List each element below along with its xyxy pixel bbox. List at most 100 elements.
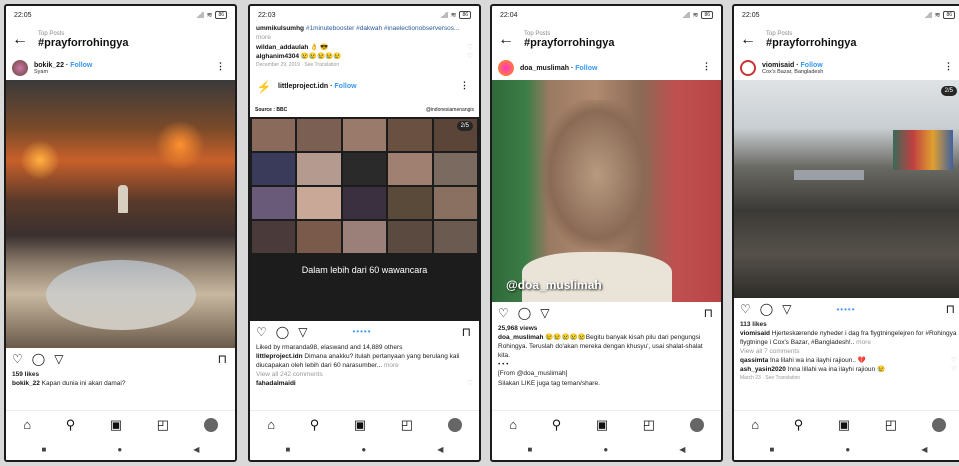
post-image-burned-camp[interactable]: 2/5: [734, 80, 959, 298]
back-arrow-icon[interactable]: ←: [12, 31, 38, 49]
post-date[interactable]: March 23 · See Translation: [740, 375, 957, 382]
search-icon[interactable]: ⚲: [552, 417, 562, 433]
liked-by-text[interactable]: Liked by rmaranda98, elaswand and 14,889…: [256, 343, 473, 352]
comment-like-icon[interactable]: ♡: [951, 356, 957, 365]
comment-username[interactable]: ummikulsumhg: [256, 25, 304, 32]
post-video-elderly-man[interactable]: @doa_muslimah: [492, 80, 721, 302]
recents-icon[interactable]: ■: [286, 445, 291, 454]
shop-icon[interactable]: ◰: [401, 417, 413, 433]
home-icon[interactable]: ⌂: [267, 417, 275, 432]
recents-icon[interactable]: ■: [770, 445, 775, 454]
views-count[interactable]: 25,968 views: [498, 324, 715, 333]
view-all-comments-link[interactable]: View all 7 comments: [740, 347, 957, 356]
likes-count[interactable]: 159 likes: [12, 370, 229, 379]
more-link[interactable]: more: [256, 34, 271, 41]
follow-button[interactable]: Follow: [575, 65, 597, 72]
profile-avatar[interactable]: [689, 417, 704, 432]
home-circle-icon[interactable]: ●: [603, 445, 608, 454]
caption-username[interactable]: doa_muslimah: [498, 334, 544, 341]
share-send-icon[interactable]: ▽: [540, 306, 549, 320]
post-username[interactable]: viomisaid: [762, 62, 794, 69]
shop-icon[interactable]: ◰: [643, 417, 655, 433]
more-options-icon[interactable]: ⋮: [460, 80, 469, 91]
back-arrow-icon[interactable]: ←: [740, 31, 766, 49]
post-username[interactable]: bokik_22: [34, 62, 64, 69]
search-icon[interactable]: ⚲: [66, 417, 76, 433]
recents-icon[interactable]: ■: [528, 445, 533, 454]
comment-username[interactable]: qassimta: [740, 357, 768, 364]
post-username[interactable]: doa_muslimah: [520, 65, 569, 72]
search-icon[interactable]: ⚲: [794, 417, 804, 433]
comment-username[interactable]: wildan_addaulah: [256, 44, 308, 51]
home-icon[interactable]: ⌂: [509, 417, 517, 432]
bookmark-icon[interactable]: ⊓: [462, 325, 471, 339]
comment-icon[interactable]: ◯: [276, 325, 289, 339]
home-icon[interactable]: ⌂: [751, 417, 759, 432]
share-send-icon[interactable]: ▽: [54, 352, 63, 366]
profile-avatar[interactable]: [203, 417, 218, 432]
caption-username[interactable]: viomisaid: [740, 330, 770, 337]
comment-like-icon[interactable]: ♡: [467, 52, 473, 61]
bookmark-icon[interactable]: ⊓: [704, 306, 713, 320]
reels-icon[interactable]: ▣: [596, 417, 608, 433]
bookmark-icon[interactable]: ⊓: [218, 352, 227, 366]
comment-username[interactable]: alghanim4304: [256, 53, 299, 60]
back-arrow-icon[interactable]: ←: [498, 31, 524, 49]
view-all-comments-link[interactable]: View all 242 comments: [256, 370, 473, 379]
profile-avatar[interactable]: [931, 417, 946, 432]
share-send-icon[interactable]: ▽: [298, 325, 307, 339]
status-time: 22:05: [14, 11, 32, 19]
caption-username[interactable]: littleproject.idn: [256, 353, 303, 360]
comment-like-icon[interactable]: ♡: [951, 365, 957, 374]
like-heart-icon[interactable]: ♡: [740, 302, 751, 316]
caption-username[interactable]: bokik_22: [12, 380, 40, 387]
comment-like-icon[interactable]: ♡: [467, 379, 473, 388]
like-heart-icon[interactable]: ♡: [498, 306, 509, 320]
recents-icon[interactable]: ■: [42, 445, 47, 454]
home-circle-icon[interactable]: ●: [845, 445, 850, 454]
reels-icon[interactable]: ▣: [354, 417, 366, 433]
follow-button[interactable]: Follow: [334, 83, 356, 90]
search-icon[interactable]: ⚲: [310, 417, 320, 433]
home-circle-icon[interactable]: ●: [361, 445, 366, 454]
avatar[interactable]: [740, 60, 756, 76]
follow-button[interactable]: Follow: [801, 62, 823, 69]
post-date[interactable]: December 29, 2019 · See Translation: [256, 62, 473, 69]
post-location[interactable]: Syam: [34, 69, 92, 75]
more-options-icon[interactable]: ⋮: [944, 61, 953, 72]
follow-button[interactable]: Follow: [70, 62, 92, 69]
post-username[interactable]: littleproject.idn: [278, 83, 328, 90]
back-triangle-icon[interactable]: ◀: [679, 445, 685, 454]
comment-icon[interactable]: ◯: [518, 306, 531, 320]
reels-icon[interactable]: ▣: [110, 417, 122, 433]
share-send-icon[interactable]: ▽: [782, 302, 791, 316]
littleproject-logo-icon[interactable]: ⚡: [256, 78, 272, 95]
likes-count[interactable]: 113 likes: [740, 320, 957, 329]
back-triangle-icon[interactable]: ◀: [437, 445, 443, 454]
like-heart-icon[interactable]: ♡: [256, 325, 267, 339]
back-triangle-icon[interactable]: ◀: [921, 445, 927, 454]
profile-avatar[interactable]: [447, 417, 462, 432]
post-location[interactable]: Cox's Bazar, Bangladesh: [762, 69, 823, 75]
more-options-icon[interactable]: ⋮: [702, 61, 711, 72]
reels-icon[interactable]: ▣: [838, 417, 850, 433]
shop-icon[interactable]: ◰: [885, 417, 897, 433]
more-link[interactable]: more: [384, 362, 399, 369]
bookmark-icon[interactable]: ⊓: [946, 302, 955, 316]
avatar[interactable]: [498, 60, 514, 76]
home-circle-icon[interactable]: ●: [117, 445, 122, 454]
post-image-interview-grid[interactable]: Source : BBC @indonesiamenangis 2/5 Dalam…: [250, 102, 479, 321]
comment-icon[interactable]: ◯: [760, 302, 773, 316]
comment-username[interactable]: fahadalmaidi: [256, 380, 296, 387]
comment-username[interactable]: ash_yasin2020: [740, 366, 786, 373]
back-triangle-icon[interactable]: ◀: [193, 445, 199, 454]
avatar[interactable]: [12, 60, 28, 76]
more-link[interactable]: more: [856, 339, 871, 346]
comment-icon[interactable]: ◯: [32, 352, 45, 366]
post-image-war-scene[interactable]: [6, 80, 235, 348]
like-heart-icon[interactable]: ♡: [12, 352, 23, 366]
shop-icon[interactable]: ◰: [157, 417, 169, 433]
comment-like-icon[interactable]: ♡: [467, 43, 473, 52]
home-icon[interactable]: ⌂: [23, 417, 31, 432]
more-options-icon[interactable]: ⋮: [216, 61, 225, 72]
